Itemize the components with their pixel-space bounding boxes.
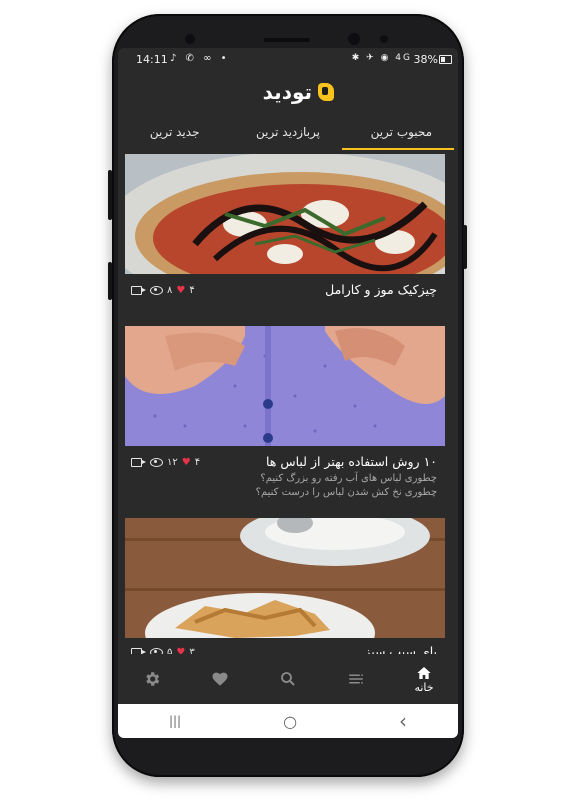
system-nav-bar: ||| ○ ‹: [118, 704, 458, 738]
card-thumbnail[interactable]: [125, 326, 445, 446]
gear-icon: [146, 672, 160, 686]
card-title[interactable]: چیزکیک موز و کارامل: [325, 282, 437, 297]
description-line: چطوری نخ کش شدن لباس را درست کنیم؟: [255, 487, 437, 498]
views-count: ۱۲: [167, 457, 178, 468]
tab-popular[interactable]: محبوب ترین: [345, 120, 458, 150]
back-button[interactable]: ‹: [399, 709, 407, 733]
description-line: چطوری لباس های آب رفته رو بزرگ کنیم؟: [260, 473, 437, 484]
likes-icon: ♥: [176, 285, 186, 296]
nav-home[interactable]: خانه: [390, 654, 458, 704]
nav-favorites[interactable]: [186, 654, 254, 704]
tab-newest[interactable]: جدید ترین: [118, 120, 231, 150]
list-icon: [349, 674, 363, 684]
views-icon: [150, 458, 163, 467]
nav-categories[interactable]: [322, 654, 390, 704]
home-button[interactable]: ○: [283, 712, 297, 731]
nav-search[interactable]: [254, 654, 322, 704]
card-description: چطوری لباس های آب رفته رو بزرگ کنیم؟ چطو…: [256, 472, 437, 500]
home-icon: [417, 666, 431, 679]
likes-icon: ♥: [181, 457, 191, 468]
feed-card[interactable]: پای سیب سبز ۵ ♥ ۳: [125, 518, 445, 659]
tab-bar: محبوب ترین پربازدید ترین جدید ترین: [118, 120, 458, 150]
signal-icons: ✱ ✈ ◉ 4G: [351, 53, 412, 63]
active-tab-indicator: [342, 148, 454, 150]
views-icon: [150, 286, 163, 295]
app-screen: 14:11 ♪ ✆ ∞ • ✱ ✈ ◉ 4G 38% تودید محبوب ت…: [118, 48, 458, 738]
status-bar: 14:11 ♪ ✆ ∞ • ✱ ✈ ◉ 4G 38%: [118, 48, 458, 70]
battery-percent: 38%: [413, 53, 438, 66]
video-icon: [131, 286, 146, 295]
battery-icon: [439, 55, 452, 64]
logo-text: تودید: [262, 80, 312, 104]
feed-card[interactable]: ۱۰ روش استفاده بهتر از لباس ها ۱۲ ♥ ۴ چط…: [125, 326, 445, 516]
notification-icons: ♪ ✆ ∞ •: [170, 53, 230, 64]
card-stats: ۸ ♥ ۴: [131, 285, 195, 296]
app-logo: تودید: [238, 78, 338, 108]
card-thumbnail[interactable]: [125, 154, 445, 274]
volume-button: [108, 170, 112, 220]
bixby-button: [108, 262, 112, 300]
front-camera: [348, 33, 360, 45]
iris-sensor: [185, 34, 195, 44]
card-title[interactable]: ۱۰ روش استفاده بهتر از لباس ها: [266, 454, 437, 469]
tab-most-viewed[interactable]: پربازدید ترین: [231, 120, 344, 150]
heart-icon: [212, 672, 228, 686]
recents-button[interactable]: |||: [169, 714, 181, 728]
logo-mark-icon: [318, 83, 334, 101]
likes-count: ۴: [189, 285, 195, 296]
nav-home-label: خانه: [414, 680, 434, 694]
nav-settings[interactable]: [118, 654, 186, 704]
status-time: 14:11: [136, 53, 168, 66]
feed-card[interactable]: چیزکیک موز و کارامل ۸ ♥ ۴: [125, 154, 445, 312]
views-count: ۸: [167, 285, 173, 296]
bottom-nav: خانه: [118, 654, 458, 704]
likes-count: ۴: [194, 457, 201, 468]
earpiece-speaker: [264, 38, 310, 42]
card-thumbnail[interactable]: [125, 518, 445, 638]
search-icon: [281, 672, 295, 686]
card-stats: ۱۲ ♥ ۴: [131, 457, 200, 468]
power-button: [463, 225, 467, 269]
proximity-sensor: [380, 35, 388, 43]
video-icon: [131, 458, 146, 467]
